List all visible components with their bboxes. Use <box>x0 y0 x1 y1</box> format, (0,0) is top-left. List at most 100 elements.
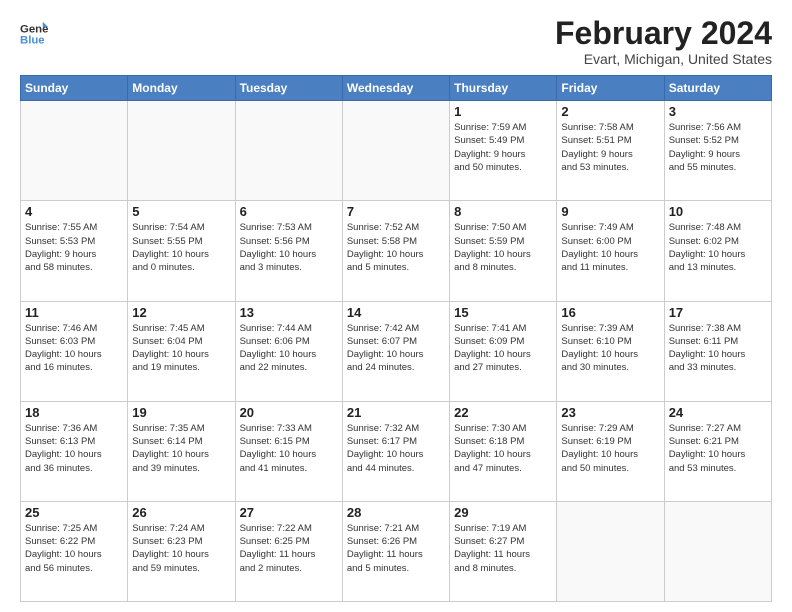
title-block: February 2024 Evart, Michigan, United St… <box>555 16 772 67</box>
logo: General Blue <box>20 20 48 48</box>
day-number: 23 <box>561 405 659 420</box>
table-row: 3 Sunrise: 7:56 AM Sunset: 5:52 PM Daylig… <box>664 101 771 201</box>
day-info: Sunrise: 7:42 AM Sunset: 6:07 PM Dayligh… <box>347 322 445 375</box>
day-info: Sunrise: 7:44 AM Sunset: 6:06 PM Dayligh… <box>240 322 338 375</box>
day-number: 19 <box>132 405 230 420</box>
day-number: 8 <box>454 204 552 219</box>
table-row: 14 Sunrise: 7:42 AM Sunset: 6:07 PM Dayli… <box>342 301 449 401</box>
table-row: 23 Sunrise: 7:29 AM Sunset: 6:19 PM Dayli… <box>557 401 664 501</box>
day-info: Sunrise: 7:46 AM Sunset: 6:03 PM Dayligh… <box>25 322 123 375</box>
day-number: 10 <box>669 204 767 219</box>
col-friday: Friday <box>557 76 664 101</box>
table-row: 9 Sunrise: 7:49 AM Sunset: 6:00 PM Daylig… <box>557 201 664 301</box>
day-number: 20 <box>240 405 338 420</box>
table-row: 6 Sunrise: 7:53 AM Sunset: 5:56 PM Daylig… <box>235 201 342 301</box>
day-number: 28 <box>347 505 445 520</box>
table-row: 20 Sunrise: 7:33 AM Sunset: 6:15 PM Dayli… <box>235 401 342 501</box>
day-info: Sunrise: 7:27 AM Sunset: 6:21 PM Dayligh… <box>669 422 767 475</box>
day-number: 1 <box>454 104 552 119</box>
table-row: 19Sunrise: 7:35 AM Sunset: 6:14 PM Dayli… <box>128 401 235 501</box>
day-number: 16 <box>561 305 659 320</box>
day-info: Sunrise: 7:53 AM Sunset: 5:56 PM Dayligh… <box>240 221 338 274</box>
day-number: 22 <box>454 405 552 420</box>
col-sunday: Sunday <box>21 76 128 101</box>
day-info: Sunrise: 7:21 AM Sunset: 6:26 PM Dayligh… <box>347 522 445 575</box>
day-info: Sunrise: 7:50 AM Sunset: 5:59 PM Dayligh… <box>454 221 552 274</box>
day-info: Sunrise: 7:25 AM Sunset: 6:22 PM Dayligh… <box>25 522 123 575</box>
day-number: 3 <box>669 104 767 119</box>
day-info: Sunrise: 7:39 AM Sunset: 6:10 PM Dayligh… <box>561 322 659 375</box>
day-number: 17 <box>669 305 767 320</box>
col-tuesday: Tuesday <box>235 76 342 101</box>
day-info: Sunrise: 7:19 AM Sunset: 6:27 PM Dayligh… <box>454 522 552 575</box>
day-number: 7 <box>347 204 445 219</box>
header: General Blue February 2024 Evart, Michig… <box>20 16 772 67</box>
table-row: 26 Sunrise: 7:24 AM Sunset: 6:23 PM Dayli… <box>128 501 235 601</box>
table-row: 7 Sunrise: 7:52 AM Sunset: 5:58 PM Daylig… <box>342 201 449 301</box>
calendar-week-row: 11 Sunrise: 7:46 AM Sunset: 6:03 PM Dayli… <box>21 301 772 401</box>
table-row <box>557 501 664 601</box>
table-row <box>21 101 128 201</box>
day-number: 26 <box>132 505 230 520</box>
day-number: 24 <box>669 405 767 420</box>
calendar-week-row: 4 Sunrise: 7:55 AM Sunset: 5:53 PM Daylig… <box>21 201 772 301</box>
day-info: Sunrise: 7:33 AM Sunset: 6:15 PM Dayligh… <box>240 422 338 475</box>
table-row: 10 Sunrise: 7:48 AM Sunset: 6:02 PM Dayli… <box>664 201 771 301</box>
day-number: 27 <box>240 505 338 520</box>
day-number: 15 <box>454 305 552 320</box>
day-number: 18 <box>25 405 123 420</box>
day-info: Sunrise: 7:48 AM Sunset: 6:02 PM Dayligh… <box>669 221 767 274</box>
day-number: 6 <box>240 204 338 219</box>
col-saturday: Saturday <box>664 76 771 101</box>
col-thursday: Thursday <box>450 76 557 101</box>
main-title: February 2024 <box>555 16 772 51</box>
table-row: 17Sunrise: 7:38 AM Sunset: 6:11 PM Dayli… <box>664 301 771 401</box>
col-monday: Monday <box>128 76 235 101</box>
day-info: Sunrise: 7:52 AM Sunset: 5:58 PM Dayligh… <box>347 221 445 274</box>
day-info: Sunrise: 7:29 AM Sunset: 6:19 PM Dayligh… <box>561 422 659 475</box>
col-wednesday: Wednesday <box>342 76 449 101</box>
table-row: 12 Sunrise: 7:45 AM Sunset: 6:04 PM Dayli… <box>128 301 235 401</box>
day-number: 2 <box>561 104 659 119</box>
table-row <box>342 101 449 201</box>
calendar-week-row: 25 Sunrise: 7:25 AM Sunset: 6:22 PM Dayli… <box>21 501 772 601</box>
table-row: 18 Sunrise: 7:36 AM Sunset: 6:13 PM Dayli… <box>21 401 128 501</box>
table-row: 8 Sunrise: 7:50 AM Sunset: 5:59 PM Daylig… <box>450 201 557 301</box>
day-number: 25 <box>25 505 123 520</box>
table-row: 15Sunrise: 7:41 AM Sunset: 6:09 PM Dayli… <box>450 301 557 401</box>
calendar: Sunday Monday Tuesday Wednesday Thursday… <box>20 75 772 602</box>
day-info: Sunrise: 7:24 AM Sunset: 6:23 PM Dayligh… <box>132 522 230 575</box>
day-number: 21 <box>347 405 445 420</box>
table-row: 16 Sunrise: 7:39 AM Sunset: 6:10 PM Dayli… <box>557 301 664 401</box>
day-info: Sunrise: 7:54 AM Sunset: 5:55 PM Dayligh… <box>132 221 230 274</box>
calendar-week-row: 18 Sunrise: 7:36 AM Sunset: 6:13 PM Dayli… <box>21 401 772 501</box>
day-info: Sunrise: 7:45 AM Sunset: 6:04 PM Dayligh… <box>132 322 230 375</box>
day-info: Sunrise: 7:56 AM Sunset: 5:52 PM Dayligh… <box>669 121 767 174</box>
table-row: 1 Sunrise: 7:59 AM Sunset: 5:49 PM Daylig… <box>450 101 557 201</box>
table-row: 11 Sunrise: 7:46 AM Sunset: 6:03 PM Dayli… <box>21 301 128 401</box>
table-row: 27Sunrise: 7:22 AM Sunset: 6:25 PM Dayli… <box>235 501 342 601</box>
table-row <box>664 501 771 601</box>
day-info: Sunrise: 7:49 AM Sunset: 6:00 PM Dayligh… <box>561 221 659 274</box>
table-row: 13 Sunrise: 7:44 AM Sunset: 6:06 PM Dayli… <box>235 301 342 401</box>
day-info: Sunrise: 7:58 AM Sunset: 5:51 PM Dayligh… <box>561 121 659 174</box>
day-info: Sunrise: 7:32 AM Sunset: 6:17 PM Dayligh… <box>347 422 445 475</box>
calendar-week-row: 1 Sunrise: 7:59 AM Sunset: 5:49 PM Daylig… <box>21 101 772 201</box>
table-row: 28 Sunrise: 7:21 AM Sunset: 6:26 PM Dayli… <box>342 501 449 601</box>
day-number: 9 <box>561 204 659 219</box>
day-info: Sunrise: 7:59 AM Sunset: 5:49 PM Dayligh… <box>454 121 552 174</box>
day-number: 11 <box>25 305 123 320</box>
table-row: 25 Sunrise: 7:25 AM Sunset: 6:22 PM Dayli… <box>21 501 128 601</box>
day-number: 4 <box>25 204 123 219</box>
calendar-header-row: Sunday Monday Tuesday Wednesday Thursday… <box>21 76 772 101</box>
day-info: Sunrise: 7:30 AM Sunset: 6:18 PM Dayligh… <box>454 422 552 475</box>
day-info: Sunrise: 7:36 AM Sunset: 6:13 PM Dayligh… <box>25 422 123 475</box>
day-number: 14 <box>347 305 445 320</box>
table-row: 29Sunrise: 7:19 AM Sunset: 6:27 PM Dayli… <box>450 501 557 601</box>
day-info: Sunrise: 7:55 AM Sunset: 5:53 PM Dayligh… <box>25 221 123 274</box>
table-row: 24 Sunrise: 7:27 AM Sunset: 6:21 PM Dayli… <box>664 401 771 501</box>
day-number: 13 <box>240 305 338 320</box>
table-row: 2 Sunrise: 7:58 AM Sunset: 5:51 PM Daylig… <box>557 101 664 201</box>
table-row: 21 Sunrise: 7:32 AM Sunset: 6:17 PM Dayli… <box>342 401 449 501</box>
day-number: 12 <box>132 305 230 320</box>
